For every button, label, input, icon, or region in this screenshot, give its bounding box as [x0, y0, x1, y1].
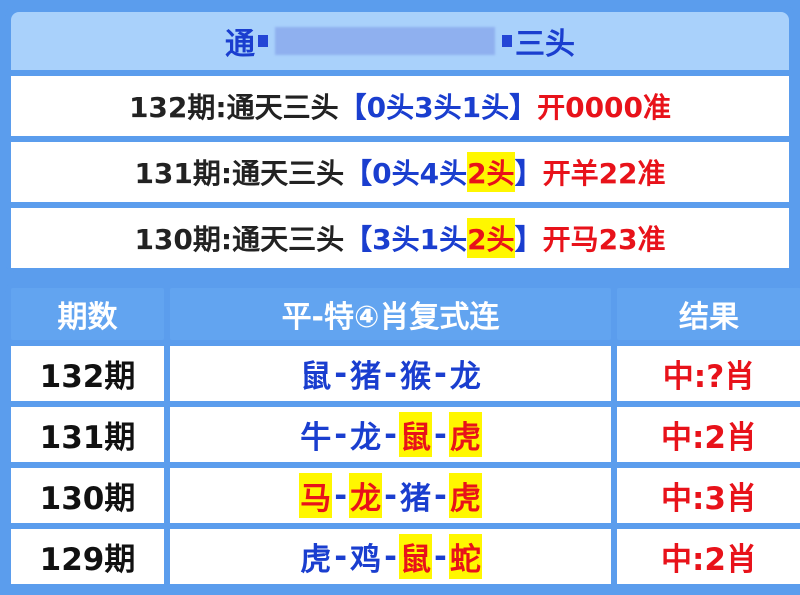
header-title-left: 通: [225, 27, 255, 62]
cell-result: 中:?肖: [617, 346, 800, 401]
panel-header: 通 三头: [11, 12, 789, 70]
zodiac-separator: -: [334, 477, 348, 514]
row-period: 130期: [134, 223, 221, 256]
zodiac: 龙: [349, 473, 383, 518]
open-result: 开马23准: [542, 223, 666, 256]
zodiac-table-panel: 期数 平-特④肖复式连 结果 132期鼠 - 猪 - 猴 - 龙中:?肖 131期牛 - 龙 - 鼠 -…: [5, 282, 800, 595]
zodiac-separator: -: [433, 416, 447, 453]
zodiac: 鸡: [350, 542, 382, 578]
bracket-open: 【: [344, 157, 373, 190]
bracket-close: 】: [509, 91, 538, 124]
head-part: 0头: [366, 91, 415, 124]
zodiac: 鼠: [398, 412, 432, 457]
row-name: :通天三头: [220, 157, 345, 190]
zodiac: 虎: [448, 412, 482, 457]
column-header-result: 结果: [617, 288, 800, 340]
zodiac-separator: -: [334, 355, 348, 392]
row-name: :通天三头: [215, 91, 339, 124]
head-part: 1头: [419, 223, 468, 256]
row-period: 131期: [134, 157, 221, 190]
open-result: 开羊22准: [542, 157, 666, 190]
zodiac-separator: -: [334, 538, 348, 575]
zodiac-separator: -: [433, 477, 447, 514]
zodiac-separator: -: [433, 538, 447, 575]
prediction-row: 130期:通天三头【3头 1头 2头】开马23准: [11, 208, 789, 268]
cell-period: 131期: [11, 407, 164, 462]
prediction-row: 132期:通天三头【0头 3头 1头】开0000准: [11, 76, 789, 136]
zodiac-separator: -: [384, 416, 397, 453]
redacted-mark: [258, 35, 268, 47]
zodiac: 虎: [300, 542, 332, 578]
redacted-area: [275, 27, 495, 55]
zodiac: 猴: [399, 359, 431, 395]
column-header-period: 期数: [11, 288, 164, 340]
cell-result: 中:2肖: [617, 407, 800, 462]
cell-result: 中:3肖: [617, 468, 800, 523]
head-part: 3头: [372, 223, 420, 256]
head-part: 3头: [414, 91, 462, 124]
zodiac-separator: -: [433, 355, 447, 392]
redacted-mark: [502, 35, 512, 47]
zodiac: 龙: [449, 359, 481, 395]
zodiac: 蛇: [448, 534, 482, 579]
cell-period: 132期: [11, 346, 164, 401]
bracket-close: 】: [514, 223, 543, 256]
bracket-open: 【: [338, 91, 367, 124]
head-part: 0头: [372, 157, 420, 190]
prediction-panel: 通 三头 132期:通天三头【0头 3头 1头】开0000准 131期:通天三头【0头…: [5, 6, 795, 272]
prediction-row: 131期:通天三头【0头 4头 2头】开羊22准: [11, 142, 789, 202]
cell-zodiac-combo: 牛-龙-鼠-虎: [170, 407, 611, 462]
row-period: 132期: [128, 91, 216, 124]
zodiac: 虎: [448, 473, 482, 518]
prediction-rows: 132期:通天三头【0头 3头 1头】开0000准 131期:通天三头【0头 4头 2头】…: [11, 76, 789, 268]
head-part: 2头: [467, 152, 515, 192]
column-header-combo: 平-特④肖复式连: [170, 288, 611, 340]
head-part: 1头: [461, 91, 510, 124]
zodiac: 鼠: [398, 534, 432, 579]
head-part: 4头: [419, 157, 468, 190]
zodiac-separator: -: [384, 477, 397, 514]
cell-period: 129期: [11, 529, 164, 584]
bracket-close: 】: [514, 157, 543, 190]
zodiac: 牛: [300, 420, 332, 456]
zodiac: 猪: [399, 481, 431, 517]
header-title-right: 三头: [515, 27, 575, 62]
cell-zodiac-combo: 马-龙-猪-虎: [170, 468, 611, 523]
cell-period: 130期: [11, 468, 164, 523]
cell-zodiac-combo: 虎-鸡-鼠-蛇: [170, 529, 611, 584]
row-name: :通天三头: [220, 223, 345, 256]
zodiac-separator: -: [334, 416, 348, 453]
bracket-open: 【: [344, 223, 373, 256]
zodiac: 鼠: [300, 359, 332, 395]
cell-zodiac-combo: 鼠-猪-猴-龙: [170, 346, 611, 401]
zodiac: 马: [299, 473, 333, 518]
head-part: 2头: [467, 218, 515, 258]
zodiac-table: 期数 平-特④肖复式连 结果 132期鼠 - 猪 - 猴 - 龙中:?肖 131期牛 - 龙 - 鼠 -…: [11, 288, 800, 584]
zodiac-separator: -: [384, 538, 397, 575]
zodiac: 猪: [350, 359, 382, 395]
cell-result: 中:2肖: [617, 529, 800, 584]
zodiac: 龙: [350, 420, 382, 456]
zodiac-separator: -: [384, 355, 397, 392]
open-result: 开0000准: [537, 91, 672, 124]
